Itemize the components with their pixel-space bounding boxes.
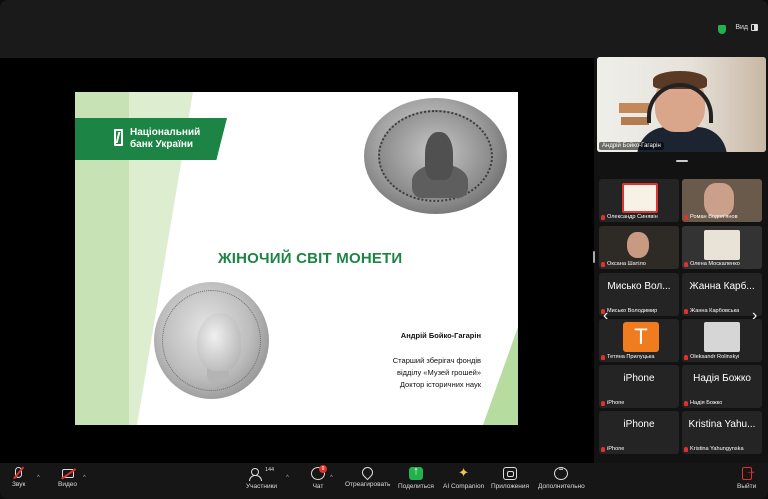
share-screen-icon — [408, 465, 423, 480]
view-button[interactable]: Вид — [735, 24, 758, 31]
brand-line-2: банк України — [130, 139, 194, 150]
participant-photo — [704, 183, 734, 217]
mic-off-icon — [684, 400, 688, 406]
participants-button[interactable]: 144 Участники — [246, 467, 277, 490]
zoom-window: Вид Національний банк України ЖІНОЧИЙ СВ… — [0, 0, 768, 499]
top-bar: Вид — [0, 0, 768, 58]
participant-tile[interactable]: iPhone iPhone — [599, 411, 679, 454]
participant-tile[interactable]: iPhone iPhone — [599, 365, 679, 408]
speaker-video[interactable]: Андрій Бойко-Гагарін — [597, 57, 766, 152]
gallery-prev-arrow-icon[interactable]: ‹ — [603, 307, 608, 325]
participants-icon — [248, 467, 263, 481]
mic-muted-icon — [15, 467, 23, 478]
participant-photo — [627, 232, 649, 258]
view-label: Вид — [735, 24, 748, 31]
role-line-1: Старший зберігач фондів — [392, 356, 481, 365]
mic-off-icon — [684, 308, 688, 314]
role-line-2: відділу «Музей грошей» — [397, 368, 481, 377]
participant-tile[interactable]: Олександр Синявін — [599, 179, 679, 222]
panel-resize-handle[interactable] — [593, 251, 595, 263]
mic-off-icon — [684, 446, 688, 452]
brand-name: Національний банк України — [130, 127, 200, 151]
participant-tile[interactable]: Роман Водоп'янов — [682, 179, 762, 222]
video-button[interactable]: Видео — [58, 467, 77, 488]
audio-options-chevron-icon[interactable]: ^ — [37, 475, 40, 481]
presentation-slide: Національний банк України ЖІНОЧИЙ СВІТ М… — [75, 92, 518, 425]
participant-tile[interactable]: Oleksandr Rolinskyi — [682, 319, 762, 362]
more-button[interactable]: Дополнительно — [538, 467, 585, 490]
leave-button[interactable]: Выйти — [737, 465, 757, 490]
role-line-3: Доктор історичних наук — [399, 380, 481, 389]
video-options-chevron-icon[interactable]: ^ — [83, 475, 86, 481]
mic-off-icon — [601, 354, 605, 360]
participant-gallery: Олександр Синявін Роман Водоп'янов Оксан… — [599, 179, 766, 454]
heart-icon — [359, 464, 376, 481]
chat-options-chevron-icon[interactable]: ^ — [330, 475, 333, 481]
participant-tile[interactable]: Оксана Шатіло — [599, 226, 679, 269]
apps-button[interactable]: Приложения — [491, 467, 529, 490]
ai-companion-button[interactable]: AI Companion — [443, 465, 484, 490]
coin-image-juliana — [154, 282, 269, 399]
speaker-name: Андрій Бойко-Гагарін — [599, 142, 664, 150]
sparkle-icon — [457, 465, 471, 481]
participant-logo-icon — [622, 183, 658, 213]
participants-options-chevron-icon[interactable]: ^ — [286, 475, 289, 481]
mic-off-icon — [684, 261, 688, 267]
shared-screen: Національний банк України ЖІНОЧИЙ СВІТ М… — [0, 58, 594, 463]
participant-tile[interactable]: Мисько Вол... Мисько Володимир — [599, 273, 679, 316]
participant-tile[interactable]: T Тетяна Прилуцька — [599, 319, 679, 362]
participant-photo — [704, 322, 740, 352]
participant-tile[interactable]: Жанна Карб... Жанна Карбовська — [682, 273, 762, 316]
coin-image-christina — [364, 98, 507, 214]
participant-tile[interactable]: Олена Москаленко — [682, 226, 762, 269]
camera-off-icon — [61, 469, 74, 478]
chat-icon: 9 — [311, 465, 327, 480]
more-icon — [554, 467, 569, 480]
apps-icon — [503, 467, 518, 480]
slide-author-role: Старший зберігач фондів відділу «Музей г… — [393, 355, 481, 391]
chat-button[interactable]: 9 Чат — [311, 465, 327, 490]
mic-off-icon — [601, 446, 605, 452]
mic-off-icon — [684, 214, 688, 220]
view-grid-icon — [751, 24, 758, 31]
minimize-handle[interactable] — [676, 160, 688, 162]
slide-title: ЖІНОЧИЙ СВІТ МОНЕТИ — [218, 250, 403, 267]
audio-button[interactable]: Звук — [12, 467, 25, 488]
mic-off-icon — [601, 400, 605, 406]
chat-unread-badge: 9 — [319, 465, 327, 473]
react-button[interactable]: Отреагировать — [345, 464, 390, 488]
mic-off-icon — [684, 354, 688, 360]
participant-photo — [704, 230, 740, 260]
slide-author: Андрій Бойко-Гагарін — [400, 331, 481, 340]
nbu-logo-icon — [114, 129, 123, 146]
participant-initial-avatar: T — [623, 322, 659, 352]
participants-count: 144 — [264, 467, 275, 473]
gallery-next-arrow-icon[interactable]: › — [752, 307, 757, 325]
mic-off-icon — [601, 261, 605, 267]
brand-line-1: Національний — [130, 127, 201, 138]
participant-tile[interactable]: Надія Божко Надія Божко — [682, 365, 762, 408]
encryption-shield-icon[interactable] — [718, 25, 726, 34]
leave-icon — [741, 465, 757, 480]
share-screen-button[interactable]: Поделиться — [398, 465, 434, 490]
meeting-toolbar: Звук ^ Видео ^ 144 Участники ^ 9 Чат ^ О… — [0, 463, 768, 499]
participant-tile[interactable]: Kristina Yahu... Kristina Yahungynska — [682, 411, 762, 454]
mic-off-icon — [601, 214, 605, 220]
